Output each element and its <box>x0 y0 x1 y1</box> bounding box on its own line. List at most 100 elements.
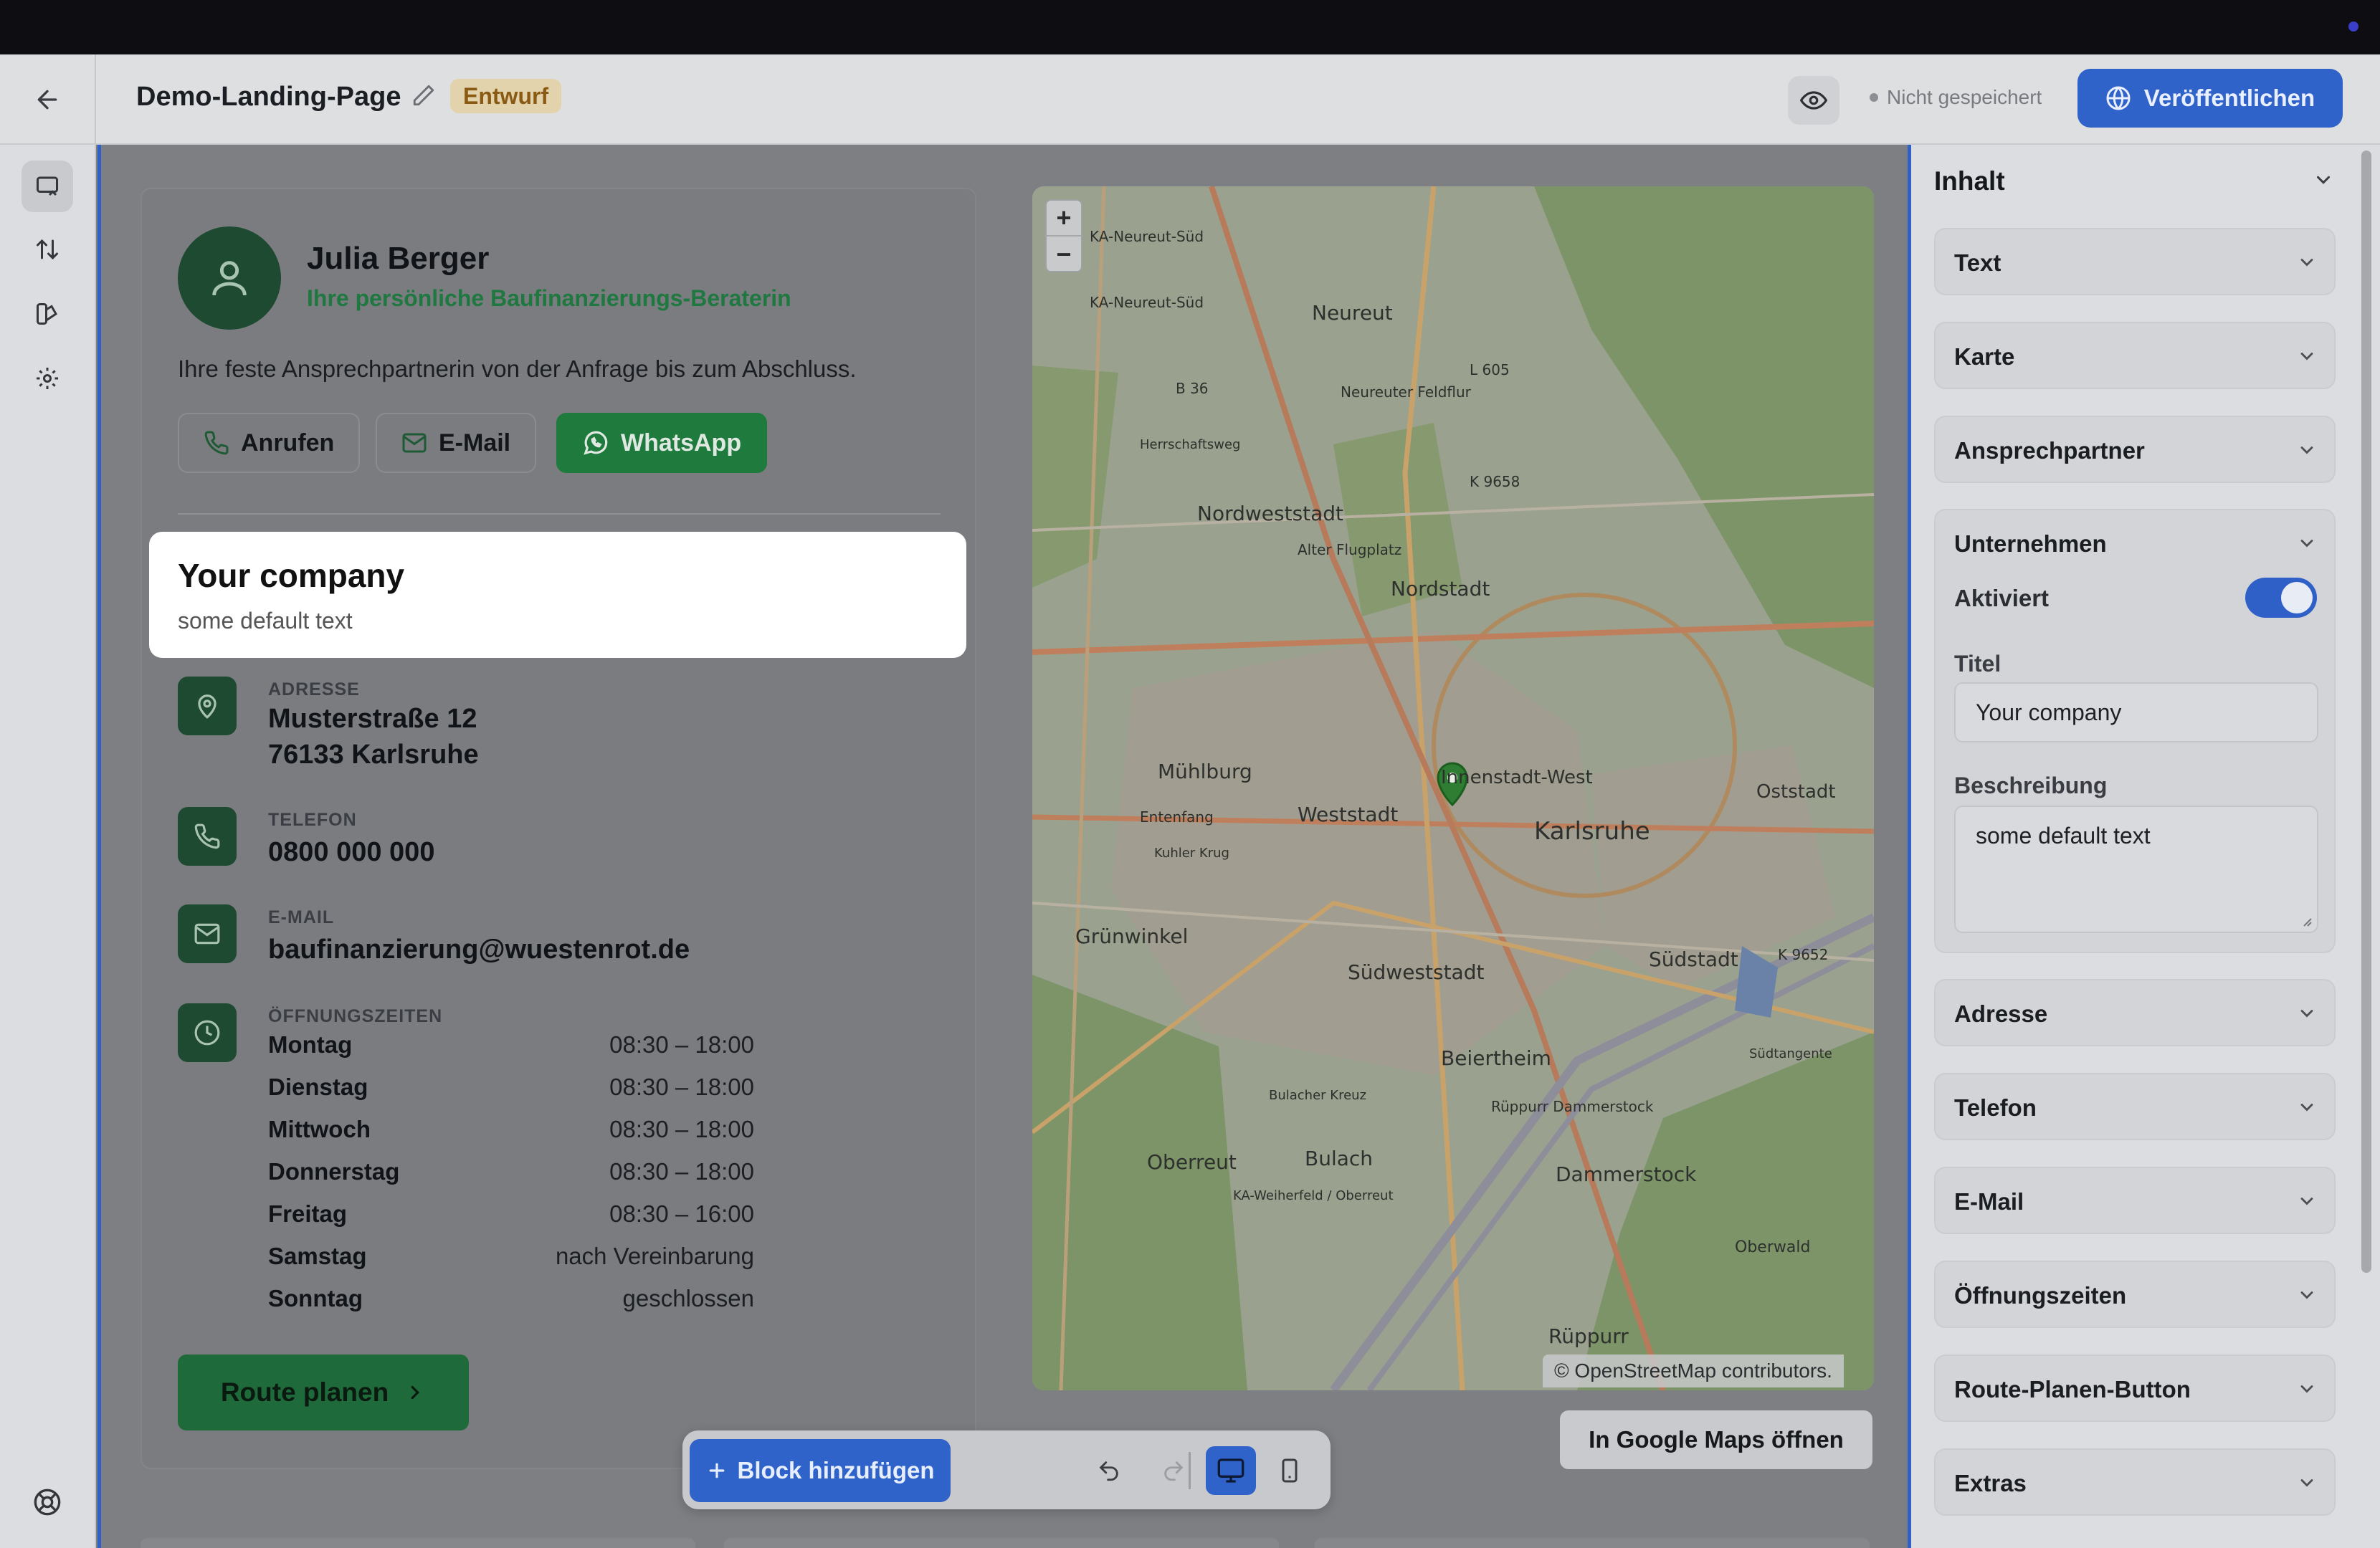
company-description: some default text <box>178 608 353 634</box>
pencil-icon <box>413 85 434 106</box>
hours-row: Samstag nach Vereinbarung <box>268 1242 754 1271</box>
call-button[interactable]: Anrufen <box>178 413 361 473</box>
map-place-label: KA-Neureut-Süd <box>1090 228 1204 245</box>
add-block-button[interactable]: Block hinzufügen <box>690 1439 951 1502</box>
chevron-down-icon <box>2300 1291 2313 1299</box>
map-view[interactable]: KA-Neureut-Süd KA-Neureut-Süd Neureut B 36 L… <box>1032 186 1874 1390</box>
back-button[interactable] <box>0 54 96 145</box>
save-status: Nicht gespeichert <box>1870 86 2042 109</box>
whatsapp-label: WhatsApp <box>621 429 742 457</box>
hours-row: Dienstag 08:30 – 18:00 <box>268 1073 754 1102</box>
resize-grip-icon[interactable] <box>2300 914 2313 927</box>
section-label: Route-Planen-Button <box>1954 1376 2191 1403</box>
section-öffnungszeiten[interactable]: Öffnungszeiten <box>1934 1261 2336 1328</box>
chevron-down-icon <box>2300 540 2313 548</box>
activated-toggle[interactable] <box>2245 578 2317 618</box>
title-input[interactable]: Your company <box>1954 682 2318 742</box>
hours-day: Montag <box>268 1031 353 1058</box>
hours-row: Donnerstag 08:30 – 18:00 <box>268 1157 754 1186</box>
sort-arrows-icon <box>37 239 58 260</box>
section-expand-button[interactable] <box>2297 1473 2317 1493</box>
company-block[interactable]: Your company some default text <box>149 532 966 658</box>
section-expand-button[interactable] <box>2297 346 2317 366</box>
map-place-label: Nordweststadt <box>1197 502 1344 525</box>
map-place-label: Beiertheim <box>1441 1046 1551 1070</box>
publish-button[interactable]: Veröffentlichen <box>2077 69 2343 128</box>
redo-button[interactable] <box>1148 1446 1199 1495</box>
edit-title-button[interactable] <box>411 83 436 108</box>
contact-intro: Ihre feste Ansprechpartnerin von der Anf… <box>178 355 857 382</box>
address-label: ADRESSE <box>268 679 360 699</box>
chevron-down-icon <box>2300 1479 2313 1487</box>
panel-collapse-button[interactable] <box>2313 169 2334 191</box>
section-route-planen-button[interactable]: Route-Planen-Button <box>1934 1354 2336 1422</box>
map-place-label: Innenstadt-West <box>1441 767 1593 788</box>
section-adresse[interactable]: Adresse <box>1934 979 2336 1046</box>
map-place-label: Rüppurr <box>1548 1324 1629 1348</box>
email-icon-box <box>178 904 237 963</box>
section-text[interactable]: Text <box>1934 228 2336 295</box>
section-telefon[interactable]: Telefon <box>1934 1073 2336 1140</box>
system-top-bar <box>0 0 2380 54</box>
map-place-label: KA-Neureut-Süd <box>1090 294 1204 311</box>
rail-design-button[interactable] <box>22 288 73 340</box>
section-extras[interactable]: Extras <box>1934 1448 2336 1516</box>
panel-scrollbar[interactable] <box>2361 150 2371 1273</box>
rail-sort-button[interactable] <box>22 224 73 275</box>
hours-time: 08:30 – 18:00 <box>609 1158 754 1185</box>
chevron-down-icon <box>2300 259 2313 267</box>
description-textarea[interactable]: some default text <box>1954 806 2318 933</box>
mobile-view-button[interactable] <box>1265 1446 1315 1495</box>
globe-icon <box>2106 86 2131 110</box>
section-ansprechpartner[interactable]: Ansprechpartner <box>1934 416 2336 483</box>
panel-heading: Inhalt <box>1934 166 2005 196</box>
desktop-view-button[interactable] <box>1206 1446 1256 1495</box>
title-field-label: Titel <box>1954 651 2001 677</box>
clock-icon <box>194 1020 220 1046</box>
mail-icon <box>402 433 427 453</box>
zoom-in-button[interactable]: + <box>1047 201 1081 236</box>
preview-button[interactable] <box>1788 76 1839 125</box>
whatsapp-button[interactable]: WhatsApp <box>556 413 768 473</box>
section-expand-button[interactable] <box>2297 1191 2317 1211</box>
map-place-label: Bulacher Kreuz <box>1269 1088 1367 1103</box>
section-label: Unternehmen <box>1954 530 2107 557</box>
chevron-down-icon <box>2300 1010 2313 1018</box>
section-expand-button[interactable] <box>2297 1003 2317 1023</box>
map-attribution[interactable]: © OpenStreetMap contributors. <box>1543 1354 1844 1387</box>
map-place-label: Oberreut <box>1147 1150 1237 1174</box>
description-text: some default text <box>1976 823 2151 849</box>
rail-help-button[interactable] <box>22 1476 73 1528</box>
map-place-label: Südweststadt <box>1348 960 1485 984</box>
rail-settings-button[interactable] <box>22 353 73 404</box>
section-label: Extras <box>1954 1470 2027 1496</box>
map-place-label: Karlsruhe <box>1534 817 1650 846</box>
map-place-label: Nordstadt <box>1391 577 1490 601</box>
zoom-out-button[interactable]: − <box>1047 236 1081 272</box>
phone-value: 0800 000 000 <box>268 837 435 867</box>
hours-day: Donnerstag <box>268 1158 400 1185</box>
map-place-label: Grünwinkel <box>1075 924 1189 948</box>
section-expand-button[interactable] <box>2297 440 2317 460</box>
route-label: Route planen <box>220 1377 389 1407</box>
google-maps-button[interactable]: In Google Maps öffnen <box>1560 1410 1872 1469</box>
section-label: Text <box>1954 249 2001 276</box>
section-expand-button[interactable] <box>2297 1097 2317 1117</box>
route-button[interactable]: Route planen <box>178 1354 469 1430</box>
section-karte[interactable]: Karte <box>1934 322 2336 389</box>
section-e-mail[interactable]: E-Mail <box>1934 1167 2336 1234</box>
undo-button[interactable] <box>1084 1446 1134 1495</box>
map-place-label: Dammerstock <box>1556 1162 1697 1186</box>
section-expand-button[interactable] <box>2297 1379 2317 1399</box>
phone-label: TELEFON <box>268 810 357 830</box>
eye-icon <box>1800 91 1827 110</box>
chevron-down-icon <box>2300 353 2313 360</box>
section-expand-button[interactable] <box>2297 1285 2317 1305</box>
email-button[interactable]: E-Mail <box>376 413 537 473</box>
map-place-label: Alter Flugplatz <box>1298 541 1402 558</box>
section-label: Ansprechpartner <box>1954 437 2145 464</box>
rail-blocks-button[interactable] <box>22 161 73 212</box>
section-collapse-button[interactable] <box>2297 533 2317 553</box>
section-expand-button[interactable] <box>2297 252 2317 272</box>
avatar <box>178 226 281 330</box>
